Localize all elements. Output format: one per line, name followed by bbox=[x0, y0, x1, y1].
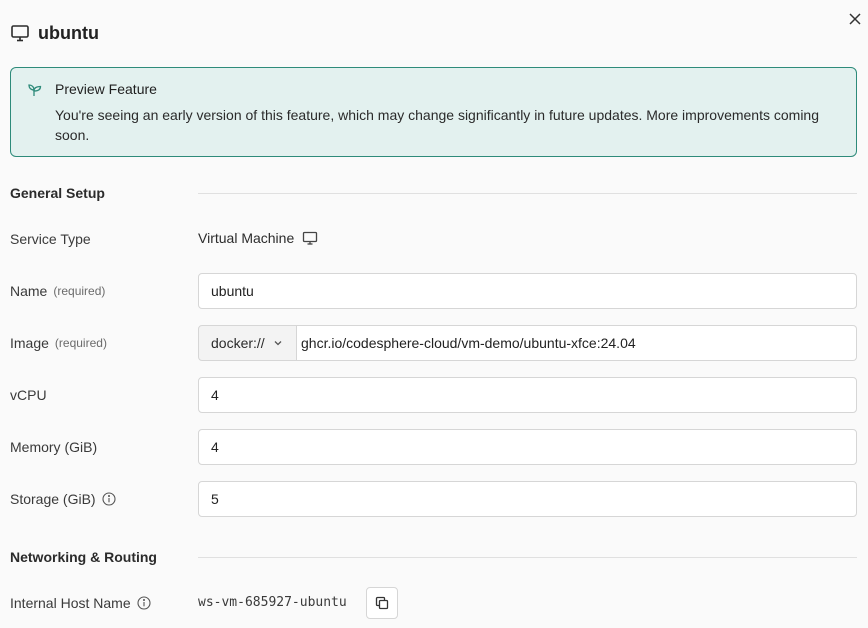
dialog-title: ubuntu bbox=[38, 22, 99, 43]
image-input[interactable] bbox=[297, 325, 857, 361]
name-label-text: Name bbox=[10, 283, 48, 299]
preview-title: Preview Feature bbox=[55, 81, 157, 97]
copy-icon bbox=[375, 596, 389, 610]
image-label: Image (required) bbox=[10, 335, 107, 351]
copy-button[interactable] bbox=[366, 587, 398, 619]
close-icon[interactable] bbox=[847, 11, 863, 27]
host-name-label: Internal Host Name bbox=[10, 595, 151, 611]
monitor-icon bbox=[302, 230, 318, 246]
service-type-value: Virtual Machine bbox=[198, 230, 318, 246]
preview-body: You're seeing an early version of this f… bbox=[55, 107, 819, 143]
image-protocol-value: docker:// bbox=[211, 335, 265, 351]
storage-label-text: Storage (GiB) bbox=[10, 491, 96, 507]
general-setup-heading: General Setup bbox=[10, 185, 105, 201]
sprout-icon bbox=[28, 83, 42, 97]
storage-label: Storage (GiB) bbox=[10, 491, 116, 507]
service-type-label: Service Type bbox=[10, 231, 91, 247]
service-type-label-text: Service Type bbox=[10, 231, 91, 247]
vcpu-label-text: vCPU bbox=[10, 387, 47, 403]
memory-label: Memory (GiB) bbox=[10, 439, 97, 455]
image-protocol-select[interactable]: docker:// bbox=[198, 325, 297, 361]
host-name-label-text: Internal Host Name bbox=[10, 595, 131, 611]
required-hint: (required) bbox=[54, 336, 107, 350]
name-input[interactable] bbox=[198, 273, 857, 309]
host-name-value: ws-vm-685927-ubuntu bbox=[198, 595, 347, 610]
name-label: Name (required) bbox=[10, 283, 105, 299]
info-icon[interactable] bbox=[102, 492, 116, 506]
memory-input[interactable] bbox=[198, 429, 857, 465]
image-field-group: docker:// bbox=[198, 325, 857, 361]
networking-heading: Networking & Routing bbox=[10, 549, 157, 565]
section-divider bbox=[198, 557, 857, 558]
memory-label-text: Memory (GiB) bbox=[10, 439, 98, 455]
section-divider bbox=[198, 193, 857, 194]
service-type-text: Virtual Machine bbox=[198, 230, 295, 246]
storage-input[interactable] bbox=[198, 481, 857, 517]
image-label-text: Image bbox=[10, 335, 49, 351]
monitor-icon bbox=[10, 23, 30, 43]
required-hint: (required) bbox=[53, 284, 106, 298]
dialog-header: ubuntu bbox=[10, 20, 99, 46]
chevron-down-icon bbox=[273, 338, 283, 348]
info-icon[interactable] bbox=[137, 596, 151, 610]
vcpu-label: vCPU bbox=[10, 387, 47, 403]
vcpu-input[interactable] bbox=[198, 377, 857, 413]
preview-banner: Preview Feature You're seeing an early v… bbox=[10, 67, 857, 157]
